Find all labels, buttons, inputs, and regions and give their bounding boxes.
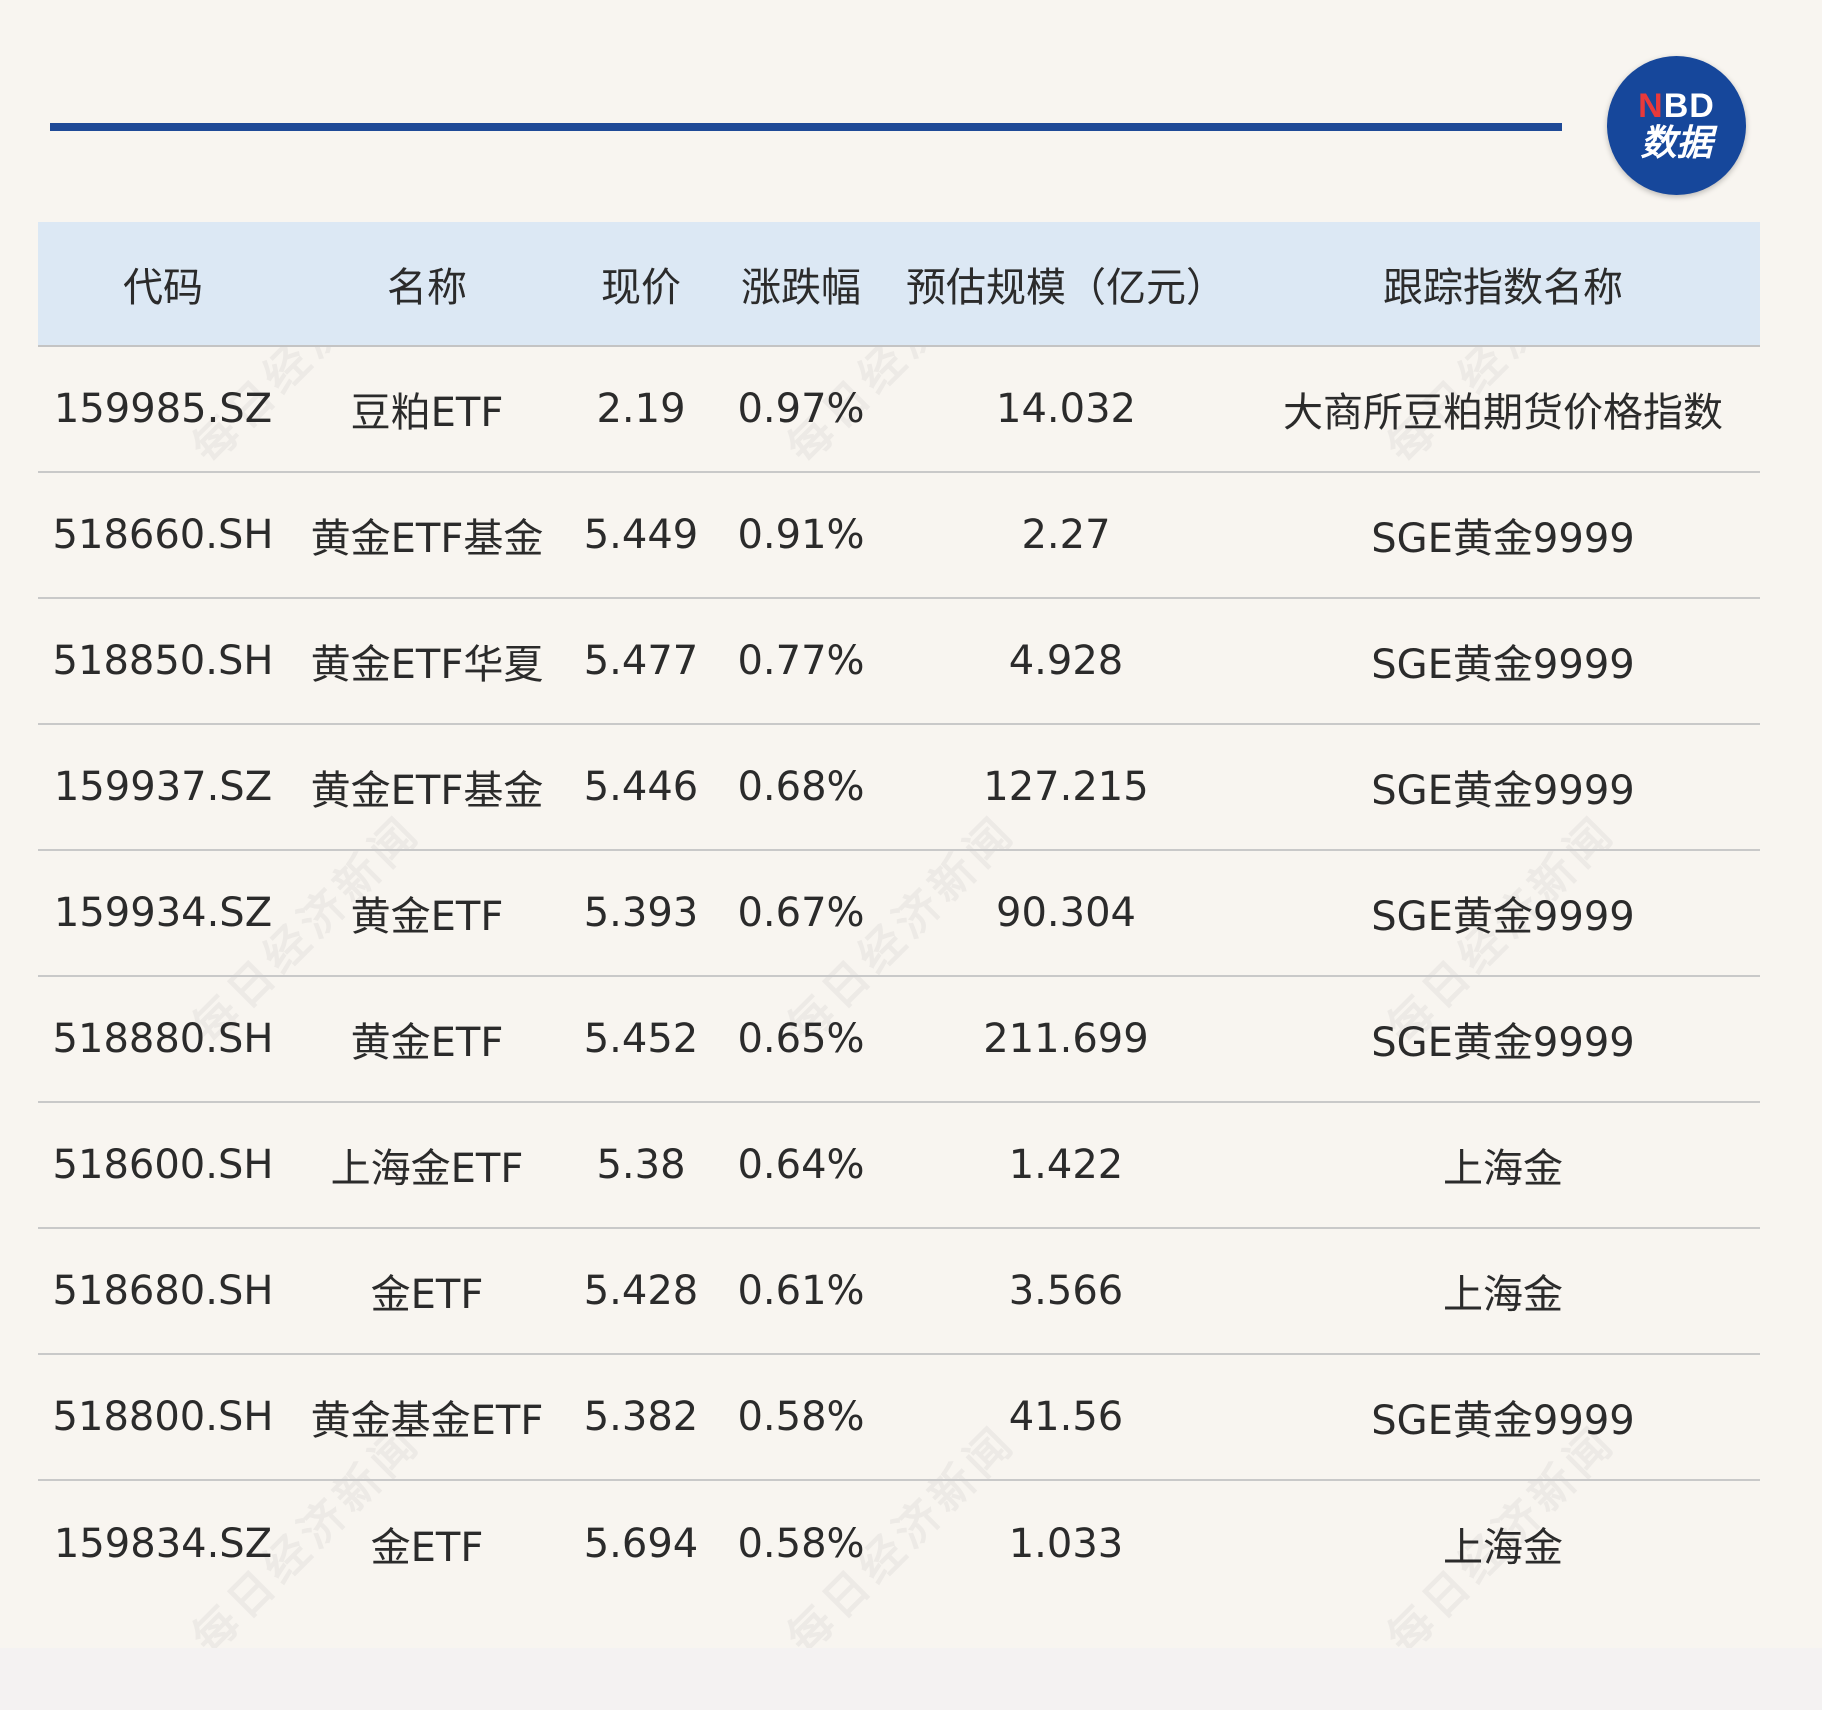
etf-table-container: 代码 名称 现价 涨跌幅 预估规模（亿元） 跟踪指数名称 159985.SZ 豆…	[38, 222, 1760, 1606]
top-accent-line	[50, 123, 1562, 131]
cell-scale: 41.56	[886, 1354, 1246, 1481]
cell-code: 518600.SH	[38, 1102, 288, 1229]
cell-scale: 2.27	[886, 472, 1246, 599]
cell-scale: 14.032	[886, 346, 1246, 473]
cell-price: 5.694	[583, 1520, 699, 1567]
cell-price: 2.19	[566, 346, 716, 473]
cell-price: 5.477	[566, 598, 716, 725]
cell-change: 0.64%	[716, 1102, 886, 1229]
cell-code: 159985.SZ	[38, 346, 288, 473]
table-row: 518660.SH 黄金ETF基金 5.449 0.91% 2.27 SGE黄金…	[38, 472, 1760, 599]
cell-name: 金ETF	[370, 1524, 484, 1571]
cell-name: 上海金ETF	[288, 1102, 566, 1229]
cell-index: 大商所豆粕期货价格指数	[1246, 346, 1760, 473]
cell-index: SGE黄金9999	[1246, 598, 1760, 725]
table-row: 159834.SZ 金ETF 5.694 0.58% 1.033 上海金	[38, 1480, 1760, 1606]
cell-code: 159937.SZ	[38, 724, 288, 851]
cell-index: 上海金	[1246, 1228, 1760, 1355]
header-change: 涨跌幅	[716, 222, 886, 347]
cell-index: SGE黄金9999	[1246, 976, 1760, 1103]
cell-index: SGE黄金9999	[1246, 724, 1760, 851]
table-header-row: 代码 名称 现价 涨跌幅 预估规模（亿元） 跟踪指数名称	[38, 222, 1760, 347]
cell-scale: 90.304	[886, 850, 1246, 977]
cell-scale: 3.566	[886, 1228, 1246, 1355]
cell-code: 518880.SH	[38, 976, 288, 1103]
cell-change: 0.65%	[716, 976, 886, 1103]
header-price: 现价	[566, 222, 716, 347]
cell-name: 豆粕ETF	[288, 346, 566, 473]
cell-index: 上海金	[1246, 1102, 1760, 1229]
cell-code: 159934.SZ	[38, 850, 288, 977]
header-name: 名称	[288, 222, 566, 347]
cell-change: 0.91%	[716, 472, 886, 599]
table-row: 159934.SZ 黄金ETF 5.393 0.67% 90.304 SGE黄金…	[38, 850, 1760, 977]
cell-index: 上海金	[1443, 1524, 1563, 1571]
cell-code: 518660.SH	[38, 472, 288, 599]
cell-scale: 1.033	[1008, 1520, 1124, 1567]
table-row: 518800.SH 黄金基金ETF 5.382 0.58% 41.56 SGE黄…	[38, 1354, 1760, 1481]
cell-price: 5.393	[566, 850, 716, 977]
cell-change: 0.58%	[716, 1354, 886, 1481]
cell-change: 0.97%	[716, 346, 886, 473]
nbd-data-logo: NBD 数据	[1607, 56, 1746, 195]
header-index: 跟踪指数名称	[1246, 222, 1760, 347]
cell-scale: 1.422	[886, 1102, 1246, 1229]
logo-caption: 数据	[1640, 122, 1713, 164]
table-row: 518600.SH 上海金ETF 5.38 0.64% 1.422 上海金	[38, 1102, 1760, 1229]
cell-price: 5.382	[566, 1354, 716, 1481]
cell-scale: 211.699	[886, 976, 1246, 1103]
table-row: 518680.SH 金ETF 5.428 0.61% 3.566 上海金	[38, 1228, 1760, 1355]
cell-price: 5.446	[566, 724, 716, 851]
header-code: 代码	[38, 222, 288, 347]
logo-wordmark: NBD	[1638, 88, 1715, 124]
cell-name: 黄金ETF基金	[288, 724, 566, 851]
table-row: 159937.SZ 黄金ETF基金 5.446 0.68% 127.215 SG…	[38, 724, 1760, 851]
bottom-band	[0, 1648, 1822, 1710]
cell-name: 黄金基金ETF	[288, 1354, 566, 1481]
cell-name: 黄金ETF	[288, 976, 566, 1103]
logo-letter-n: N	[1638, 86, 1664, 125]
cell-code: 518850.SH	[38, 598, 288, 725]
cell-change: 0.77%	[716, 598, 886, 725]
cell-scale: 127.215	[886, 724, 1246, 851]
header-scale: 预估规模（亿元）	[886, 222, 1246, 347]
cell-code: 159834.SZ	[53, 1520, 273, 1567]
cell-change: 0.61%	[716, 1228, 886, 1355]
cell-scale: 4.928	[886, 598, 1246, 725]
cell-name: 黄金ETF华夏	[288, 598, 566, 725]
cell-index: SGE黄金9999	[1246, 472, 1760, 599]
cell-price: 5.38	[566, 1102, 716, 1229]
cell-price: 5.428	[566, 1228, 716, 1355]
cell-index: SGE黄金9999	[1246, 1354, 1760, 1481]
cell-name: 金ETF	[288, 1228, 566, 1355]
cell-code: 518680.SH	[38, 1228, 288, 1355]
cell-change: 0.68%	[716, 724, 886, 851]
cell-name: 黄金ETF基金	[288, 472, 566, 599]
cell-index: SGE黄金9999	[1246, 850, 1760, 977]
cell-change: 0.67%	[716, 850, 886, 977]
cell-name: 黄金ETF	[288, 850, 566, 977]
table-row: 518850.SH 黄金ETF华夏 5.477 0.77% 4.928 SGE黄…	[38, 598, 1760, 725]
table-row: 518880.SH 黄金ETF 5.452 0.65% 211.699 SGE黄…	[38, 976, 1760, 1103]
table-row: 159985.SZ 豆粕ETF 2.19 0.97% 14.032 大商所豆粕期…	[38, 346, 1760, 473]
etf-table: 代码 名称 现价 涨跌幅 预估规模（亿元） 跟踪指数名称 159985.SZ 豆…	[38, 222, 1760, 1606]
cell-code: 518800.SH	[38, 1354, 288, 1481]
logo-letters-bd: BD	[1663, 86, 1715, 125]
cell-price: 5.452	[566, 976, 716, 1103]
cell-change: 0.58%	[737, 1520, 865, 1567]
cell-price: 5.449	[566, 472, 716, 599]
